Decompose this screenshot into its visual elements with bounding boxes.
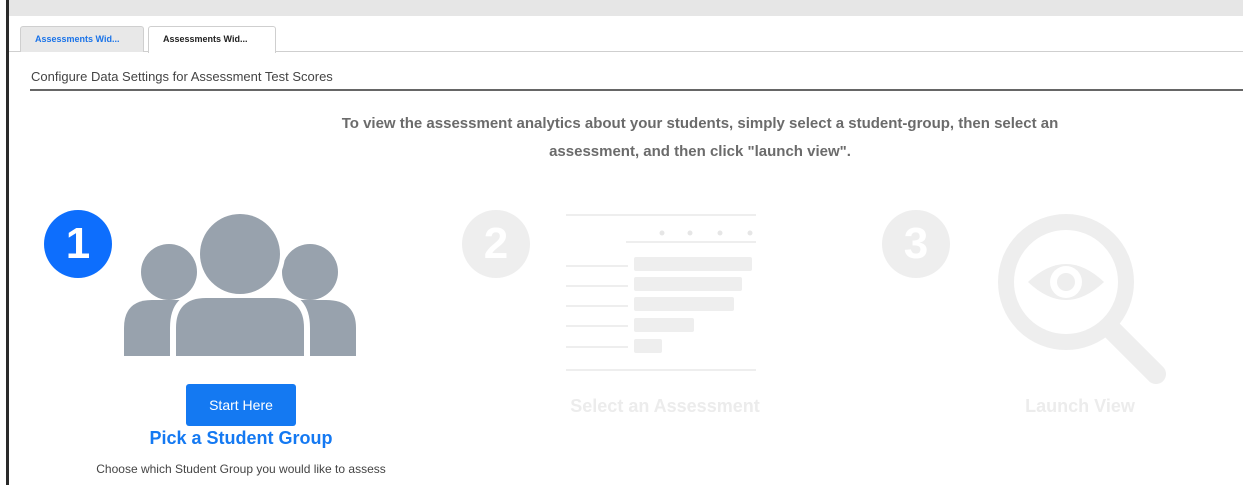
instructions-line-1: To view the assessment analytics about y… <box>341 115 1059 132</box>
instructions-text: To view the assessment analytics about y… <box>150 110 1243 166</box>
panel-title: Configure Data Settings for Assessment T… <box>31 69 333 84</box>
step-1-number-badge: 1 <box>44 210 112 278</box>
assessment-table-icon <box>566 214 756 371</box>
tab-assessments-widget-1[interactable]: Assessments Wid... <box>20 26 144 52</box>
step-1-description: Choose which Student Group you would lik… <box>96 462 386 476</box>
left-border <box>6 0 9 485</box>
widget-frame: Assessments Wid... Assessments Wid... Co… <box>0 0 1243 485</box>
panel-divider <box>30 89 1243 91</box>
step-2-number-badge: 2 <box>462 210 530 278</box>
start-here-button[interactable]: Start Here <box>186 384 296 426</box>
top-strip <box>9 0 1243 16</box>
step-3-title: Launch View <box>1025 396 1135 416</box>
instructions-line-2: assessment, and then click "launch view"… <box>549 143 851 160</box>
tab-bar: Assessments Wid... Assessments Wid... <box>9 16 1243 53</box>
step-1-title[interactable]: Pick a Student Group <box>96 428 386 449</box>
user-group-icon <box>124 210 356 360</box>
magnifier-eye-icon <box>998 214 1166 384</box>
step-2-title: Select an Assessment <box>570 396 760 416</box>
step-3-number-badge: 3 <box>882 210 950 278</box>
tab-assessments-widget-2[interactable]: Assessments Wid... <box>148 26 276 53</box>
